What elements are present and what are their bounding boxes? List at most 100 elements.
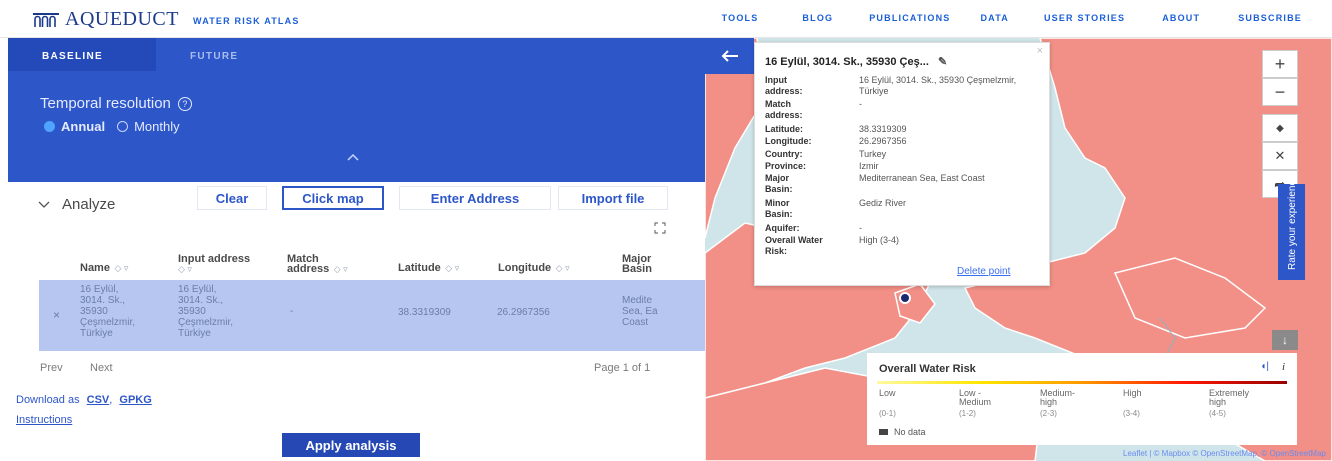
legend-range-medium-high: (2-3) xyxy=(1040,409,1057,418)
column-name-label: Name xyxy=(80,262,110,274)
popup-value: 26.2967356 xyxy=(859,136,907,146)
column-header-major-basin[interactable]: Major Basin xyxy=(622,254,674,278)
collapse-map-button[interactable]: ✕ xyxy=(1262,142,1298,170)
popup-title: 16 Eylül, 3014. Sk., 35930 Çeş... ✎ xyxy=(765,55,947,68)
column-latitude-label: Latitude xyxy=(398,262,441,274)
nav-tools[interactable]: TOOLS xyxy=(722,13,759,23)
temporal-resolution-label: Temporal resolution xyxy=(40,95,171,112)
popup-value: Gediz River xyxy=(859,198,907,208)
download-csv-link[interactable]: CSV xyxy=(87,394,110,406)
import-file-button[interactable]: Import file xyxy=(558,186,668,210)
analysis-sidebar: BASELINE FUTURE Temporal resolution ? An… xyxy=(8,38,705,461)
delete-point-link[interactable]: Delete point xyxy=(957,266,1010,277)
info-icon[interactable]: i xyxy=(1282,361,1285,373)
sort-icon: ◇ ▿ xyxy=(442,263,460,273)
aqueduct-logo-icon xyxy=(33,12,59,27)
legend-range-low-medium: (1-2) xyxy=(959,409,976,418)
analyze-label: Analyze xyxy=(62,196,116,213)
legend-toggle-icon[interactable]: ◖| xyxy=(1260,361,1269,372)
column-header-match[interactable]: Match address ◇ ▿ xyxy=(287,253,362,275)
radio-monthly[interactable] xyxy=(117,121,129,132)
help-icon[interactable]: ? xyxy=(177,96,192,111)
legend-label-low-medium: Low - Medium xyxy=(959,388,992,407)
sort-icon: ◇ ▿ xyxy=(111,263,129,273)
logo-text: AQUEDUCT xyxy=(65,8,179,30)
shrink-icon: ✕ xyxy=(1274,148,1286,163)
minus-icon: − xyxy=(1274,81,1286,102)
nav-data[interactable]: DATA xyxy=(980,13,1008,23)
column-match-label: Match address xyxy=(287,253,330,275)
radio-monthly-label: Monthly xyxy=(134,119,180,134)
location-popup: 16 Eylül, 3014. Sk., 35930 Çeş... ✎ × In… xyxy=(754,42,1050,286)
no-data-label: No data xyxy=(894,427,926,437)
logo-subtitle: WATER RISK ATLAS xyxy=(193,16,300,26)
back-button[interactable] xyxy=(705,38,754,74)
fullscreen-icon[interactable] xyxy=(654,222,666,234)
analyze-toggle[interactable]: Analyze xyxy=(38,196,115,213)
zoom-in-button[interactable]: + xyxy=(1262,50,1298,78)
apply-analysis-button[interactable]: Apply analysis xyxy=(282,433,420,457)
table-header: Name ◇ ▿ Input address ◇ ▿ Match address… xyxy=(8,254,705,280)
popup-label: Major Basin: xyxy=(765,173,793,194)
download-links: Download as CSV, GPKG xyxy=(16,394,152,406)
plus-icon: + xyxy=(1274,53,1286,74)
next-page-button[interactable]: Next xyxy=(90,362,113,374)
popup-label: Country: xyxy=(765,149,803,159)
popup-value: High (3-4) xyxy=(859,235,900,245)
sort-icon: ◇ ▿ xyxy=(331,264,348,274)
rate-experience-label: Rate your experience xyxy=(1287,174,1298,270)
popup-label: Minor Basin: xyxy=(765,198,793,219)
column-longitude-label: Longitude xyxy=(498,262,552,274)
column-header-name[interactable]: Name ◇ ▿ xyxy=(80,263,128,274)
legend-title: Overall Water Risk xyxy=(879,363,976,375)
popup-label: Match address: xyxy=(765,99,803,120)
cell-name: 16 Eylül, 3014. Sk., 35930 Çeşmelzmir, T… xyxy=(80,284,136,339)
download-gpkg-link[interactable]: GPKG xyxy=(119,394,151,406)
prev-page-button[interactable]: Prev xyxy=(40,362,63,374)
pencil-icon[interactable]: ✎ xyxy=(938,56,947,68)
popup-label: Province: xyxy=(765,161,807,171)
legend-label-extremely-high: Extremely high xyxy=(1209,388,1250,407)
remove-row-icon[interactable]: × xyxy=(53,308,60,322)
legend-range-low: (0-1) xyxy=(879,409,896,418)
basemap-button[interactable]: ◆ xyxy=(1262,114,1298,142)
download-arrow-button[interactable]: ↓ xyxy=(1272,330,1298,350)
close-icon[interactable]: × xyxy=(1037,45,1043,57)
clear-button[interactable]: Clear xyxy=(197,186,267,210)
aqueduct-logo[interactable]: AQUEDUCT WATER RISK ATLAS xyxy=(33,8,300,31)
temporal-resolution: Temporal resolution ? xyxy=(40,95,192,112)
main-nav: TOOLS BLOG PUBLICATIONS DATA USER STORIE… xyxy=(722,13,1332,23)
popup-label: Longitude: xyxy=(765,136,812,146)
location-marker[interactable] xyxy=(899,292,911,304)
zoom-out-button[interactable]: − xyxy=(1262,78,1298,106)
nav-publications[interactable]: PUBLICATIONS xyxy=(869,13,950,23)
legend-label-high: High xyxy=(1123,388,1142,398)
click-map-button[interactable]: Click map xyxy=(282,186,384,210)
column-header-latitude[interactable]: Latitude ◇ ▿ xyxy=(398,263,459,274)
column-header-input[interactable]: Input address ◇ ▿ xyxy=(178,254,253,275)
cell-latitude: 38.3319309 xyxy=(398,307,451,318)
popup-label: Latitude: xyxy=(765,124,803,134)
enter-address-button[interactable]: Enter Address xyxy=(399,186,551,210)
tab-baseline[interactable]: BASELINE xyxy=(8,38,156,71)
rate-experience-tab[interactable]: Rate your experience xyxy=(1278,175,1305,280)
instructions-link[interactable]: Instructions xyxy=(16,414,72,426)
popup-label: Aquifer: xyxy=(765,223,800,233)
nav-user-stories[interactable]: USER STORIES xyxy=(1044,13,1125,23)
tab-future[interactable]: FUTURE xyxy=(156,38,304,71)
nav-about[interactable]: ABOUT xyxy=(1162,13,1200,23)
map-attribution[interactable]: Leaflet | © Mapbox © OpenStreetMap, © Op… xyxy=(1123,449,1326,458)
sort-icon: ◇ ▿ xyxy=(553,263,570,273)
column-header-longitude[interactable]: Longitude ◇ ▿ xyxy=(498,263,570,274)
table-row[interactable]: 16 Eylül, 3014. Sk., 35930 Çeşmelzmir, T… xyxy=(39,280,705,351)
popup-value: Izmir xyxy=(859,161,879,171)
nav-blog[interactable]: BLOG xyxy=(802,13,833,23)
no-data-swatch xyxy=(879,429,888,435)
chevron-up-icon[interactable] xyxy=(346,151,360,165)
nav-subscribe[interactable]: SUBSCRIBE xyxy=(1238,13,1302,23)
popup-value: - xyxy=(859,99,862,109)
popup-value: - xyxy=(859,223,862,233)
cell-longitude: 26.2967356 xyxy=(497,307,550,318)
legend-no-data: No data xyxy=(879,427,926,437)
radio-annual[interactable] xyxy=(44,121,55,132)
